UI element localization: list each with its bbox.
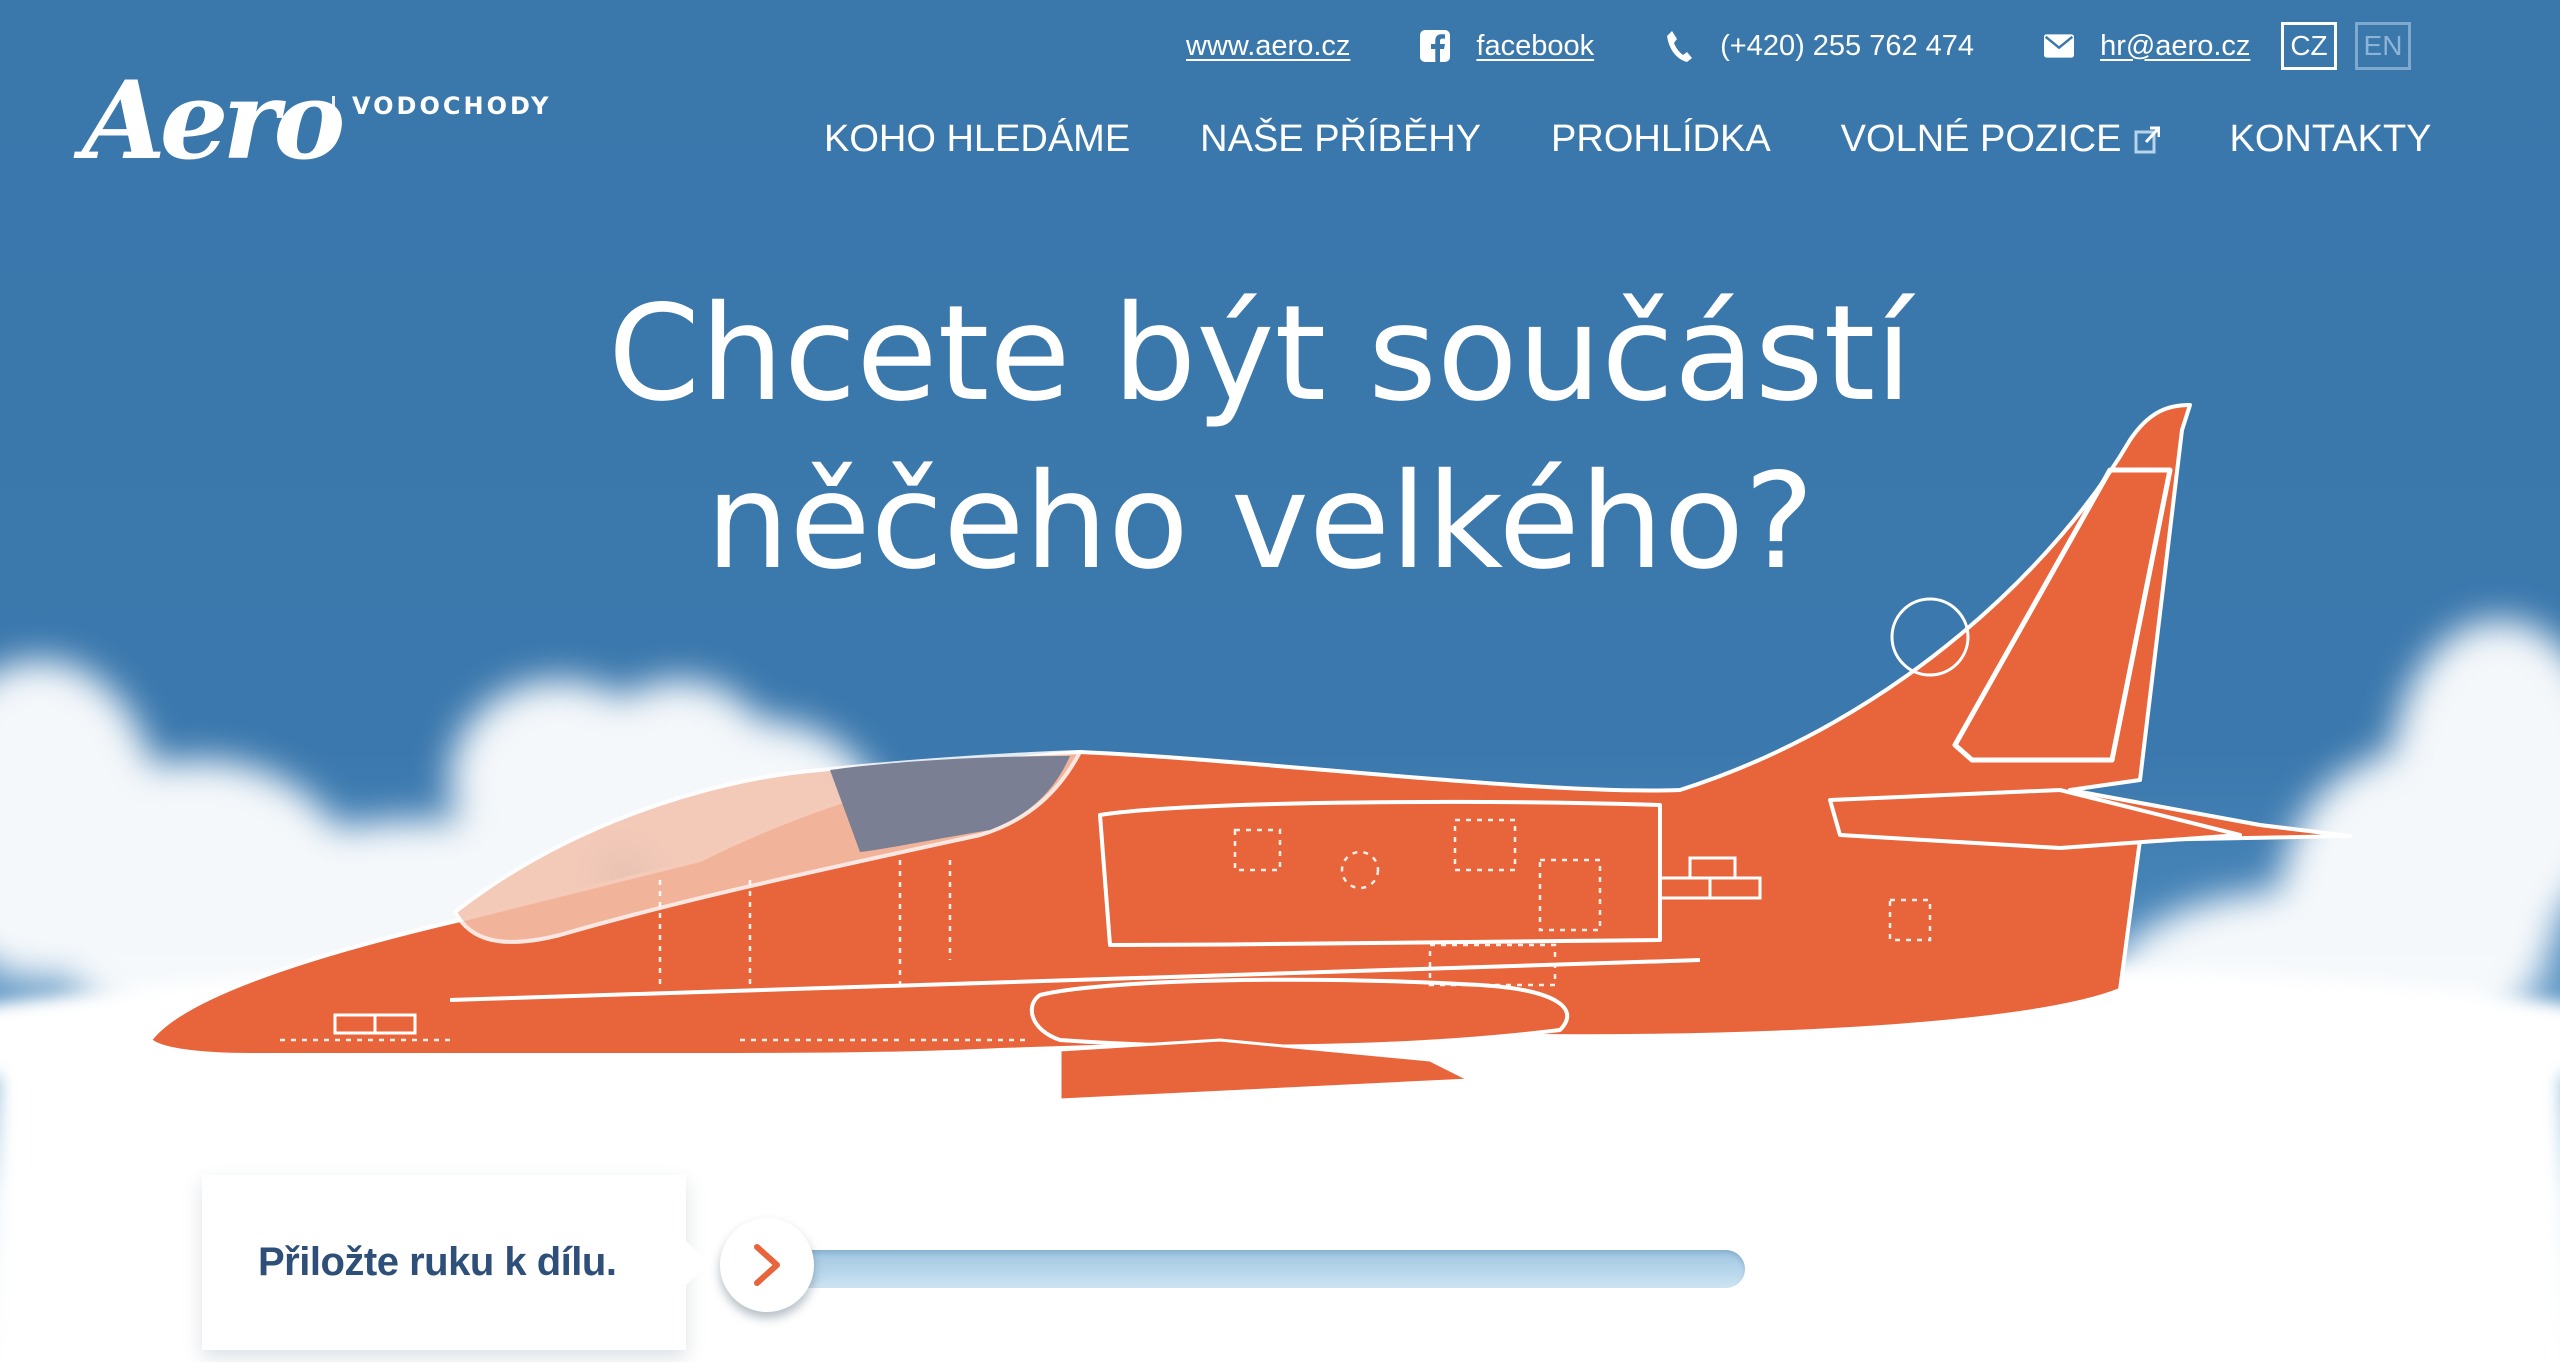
aero-vodochody-logo[interactable]: Aero VODOCHODY (82, 66, 562, 186)
hero-headline-line-1: Chcete být součástí (607, 277, 1912, 431)
envelope-icon (2044, 30, 2075, 62)
nav-item-kontakty[interactable]: KONTAKTY (2230, 118, 2432, 161)
nav-item-prohlidka[interactable]: PROHLÍDKA (1551, 118, 1771, 161)
nav-item-nase-pribehy[interactable]: NAŠE PŘÍBĚHY (1200, 118, 1481, 161)
cta-slider-track[interactable] (790, 1250, 1745, 1288)
email-item: hr@aero.cz (2044, 30, 2250, 63)
facebook-item: facebook (1420, 30, 1594, 63)
email-link[interactable]: hr@aero.cz (2100, 30, 2250, 63)
chevron-right-icon (754, 1244, 780, 1286)
phone-icon (1664, 30, 1694, 62)
logo-separator (332, 96, 335, 130)
nav-item-volne-pozice[interactable]: VOLNÉ POZICE (1841, 118, 2160, 161)
language-cz-button[interactable]: CZ (2281, 22, 2337, 70)
website-link[interactable]: www.aero.cz (1186, 30, 1350, 63)
main-navigation: KOHO HLEDÁME NAŠE PŘÍBĚHY PROHLÍDKA VOLN… (824, 118, 2432, 161)
contact-bar: www.aero.cz facebook (+420) 255 762 474 … (1186, 26, 2320, 66)
website-item: www.aero.cz (1186, 30, 1350, 63)
cta-slider-handle[interactable] (720, 1218, 814, 1312)
external-link-icon (2134, 126, 2160, 153)
nav-item-volne-pozice-label: VOLNÉ POZICE (1840, 118, 2122, 160)
phone-item: (+420) 255 762 474 (1664, 30, 1974, 63)
cta-label: Přiložte ruku k dílu. (258, 1240, 617, 1284)
facebook-link[interactable]: facebook (1476, 30, 1594, 63)
phone-number[interactable]: (+420) 255 762 474 (1720, 30, 1974, 63)
logo-subtitle: VODOCHODY (352, 92, 552, 120)
hero-headline: Chcete být součástí něčeho velkého? (0, 270, 2520, 606)
nav-item-koho-hledame[interactable]: KOHO HLEDÁME (824, 118, 1130, 161)
cta-card: Přiložte ruku k dílu. (202, 1175, 708, 1350)
hero-headline-line-2: něčeho velkého? (705, 445, 1815, 599)
logo-wordmark: Aero (82, 58, 345, 184)
language-en-button[interactable]: EN (2355, 22, 2411, 70)
facebook-icon (1420, 30, 1451, 62)
